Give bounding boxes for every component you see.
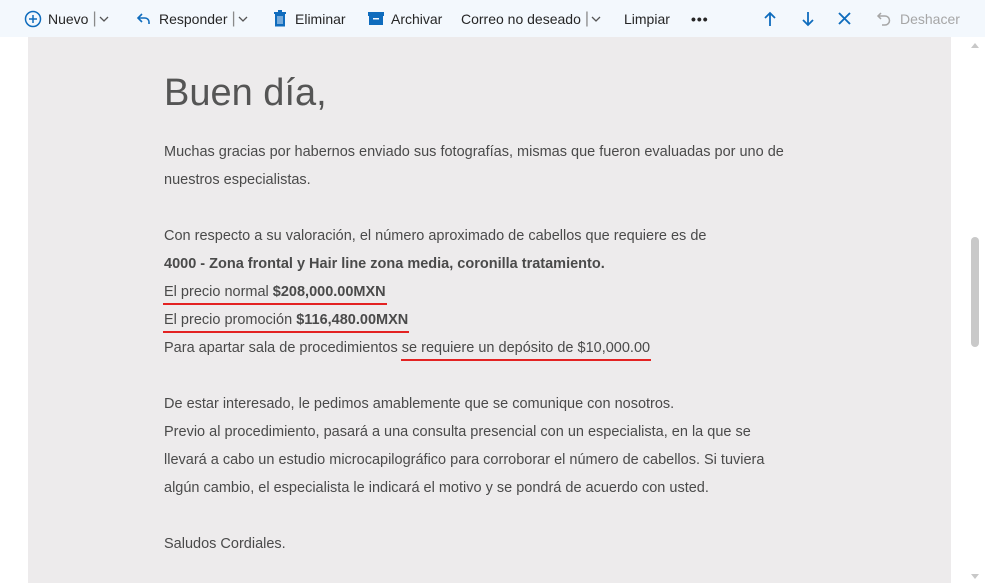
undo-button-label: Deshacer xyxy=(900,10,960,27)
normal-price-value: $208,000.00MXN xyxy=(272,284,386,300)
split-divider: | xyxy=(231,9,236,27)
close-button[interactable] xyxy=(838,0,851,37)
paragraph-2-line-1: Con respecto a su valoración, el número … xyxy=(164,228,707,244)
reply-button[interactable]: Responder | xyxy=(136,0,248,37)
junk-button[interactable]: Correo no deseado | xyxy=(461,0,601,37)
scroll-down-arrow-icon[interactable] xyxy=(971,574,979,579)
sweep-button-label: Limpiar xyxy=(624,10,670,27)
left-pane-edge xyxy=(0,37,28,583)
promo-price-value: $116,480.00MXN xyxy=(296,312,409,328)
split-divider: | xyxy=(584,9,590,27)
promo-price-label: El precio promoción xyxy=(164,312,293,328)
normal-price-label: El precio normal xyxy=(164,284,269,300)
reply-icon xyxy=(136,12,150,24)
chevron-down-icon[interactable] xyxy=(238,14,248,24)
arrow-up-icon xyxy=(764,11,776,26)
arrow-down-icon xyxy=(802,11,814,26)
promo-price-line: El precio promoción $116,480.00MXN xyxy=(162,311,410,333)
undo-button[interactable]: Deshacer xyxy=(876,0,960,37)
delete-button[interactable]: Eliminar xyxy=(273,0,346,37)
deposit-highlight: se requiere un depósito de $10,000.00 xyxy=(400,340,652,361)
more-actions-button[interactable]: ••• xyxy=(691,0,709,37)
email-closing: Saludos Cordiales. xyxy=(164,536,286,552)
plus-circle-icon xyxy=(24,10,42,27)
reply-button-label: Responder xyxy=(159,10,228,27)
deposit-line: Para apartar sala de procedimientos se r… xyxy=(164,339,652,361)
archive-button[interactable]: Archivar xyxy=(368,0,442,37)
scrollbar-thumb[interactable] xyxy=(971,237,979,347)
paragraph-1-line-2: nuestros especialistas. xyxy=(164,172,311,188)
delete-button-label: Eliminar xyxy=(295,10,346,27)
previous-message-button[interactable] xyxy=(763,0,777,37)
new-button[interactable]: Nuevo | xyxy=(24,0,109,37)
trash-icon xyxy=(274,10,286,27)
archive-button-label: Archivar xyxy=(391,10,443,27)
treatment-description: 4000 - Zona frontal y Hair line zona med… xyxy=(164,255,605,273)
next-message-button[interactable] xyxy=(801,0,815,37)
paragraph-3-line-3: llevará a cabo un estudio microcapilográ… xyxy=(164,452,765,468)
vertical-scrollbar[interactable] xyxy=(967,37,985,583)
sweep-button[interactable]: Limpiar xyxy=(624,0,670,37)
chevron-down-icon[interactable] xyxy=(99,14,109,24)
paragraph-3-line-4: algún cambio, el especialista le indicar… xyxy=(164,480,709,496)
more-icon: ••• xyxy=(691,10,709,27)
reading-pane xyxy=(28,37,951,583)
undo-icon xyxy=(876,11,891,26)
new-button-label: Nuevo xyxy=(48,10,89,27)
paragraph-3-line-1: De estar interesado, le pedimos amableme… xyxy=(164,396,675,412)
close-icon xyxy=(838,12,851,25)
chevron-down-icon[interactable] xyxy=(591,14,601,24)
promo-price-highlight: El precio promoción $116,480.00MXN xyxy=(162,311,410,333)
split-divider: | xyxy=(92,9,97,27)
treatment-bold-text: 4000 - Zona frontal y Hair line zona med… xyxy=(164,256,605,272)
command-toolbar: Nuevo | Responder | Eliminar Archivar Co… xyxy=(0,0,985,37)
deposit-prefix: Para apartar sala de procedimientos xyxy=(164,340,398,356)
paragraph-3-line-2: Previo al procedimiento, pasará a una co… xyxy=(164,424,751,440)
paragraph-1-line-1: Muchas gracias por habernos enviado sus … xyxy=(164,144,784,160)
reading-pane-gutter xyxy=(951,37,967,583)
normal-price-highlight: El precio normal $208,000.00MXN xyxy=(163,283,387,305)
junk-button-label: Correo no deseado xyxy=(461,10,581,27)
scroll-up-arrow-icon[interactable] xyxy=(971,43,979,48)
email-greeting: Buen día, xyxy=(164,72,327,114)
normal-price-line: El precio normal $208,000.00MXN xyxy=(163,283,387,305)
archive-icon xyxy=(368,12,384,25)
